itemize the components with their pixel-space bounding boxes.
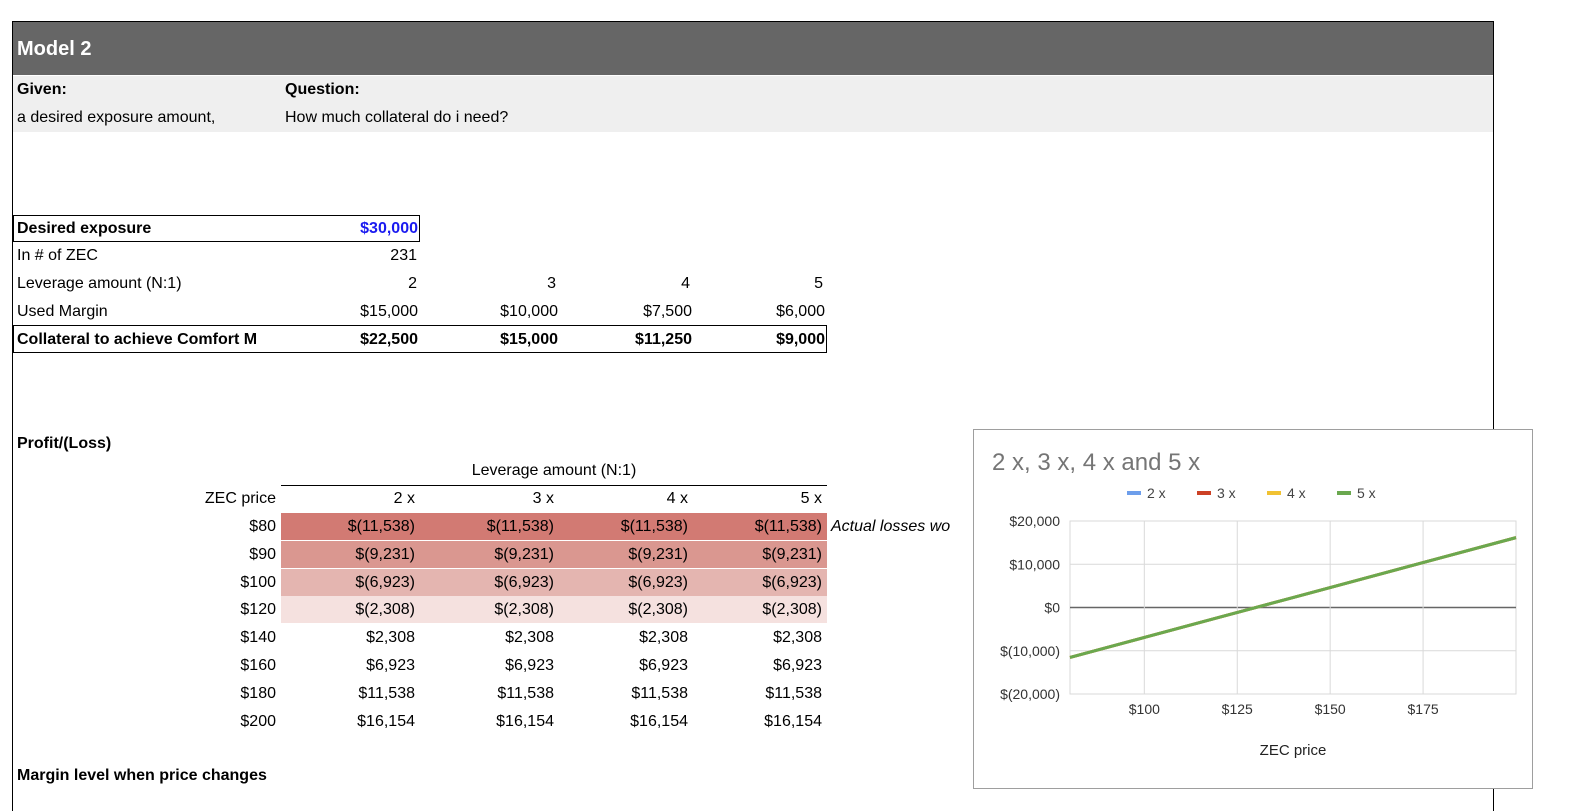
pl-price-cell[interactable]: $100 bbox=[150, 573, 276, 593]
question-label[interactable]: Question: bbox=[285, 80, 360, 100]
legend-label: 3 x bbox=[1217, 485, 1236, 501]
leverage-label[interactable]: Leverage amount (N:1) bbox=[17, 274, 182, 294]
collateral-value-5[interactable]: $9,000 bbox=[690, 330, 825, 350]
legend-swatch-2x bbox=[1127, 491, 1141, 495]
pl-value-cell[interactable]: $6,923 bbox=[556, 656, 688, 676]
legend-label: 2 x bbox=[1147, 485, 1166, 501]
pl-value-cell[interactable]: $(2,308) bbox=[420, 600, 554, 620]
pl-value-cell[interactable]: $(2,308) bbox=[556, 600, 688, 620]
pl-value-cell[interactable]: $11,538 bbox=[556, 684, 688, 704]
y-tick-label: $10,000 bbox=[1009, 556, 1060, 572]
y-tick-label: $0 bbox=[1044, 600, 1060, 616]
pl-price-cell[interactable]: $90 bbox=[150, 545, 276, 565]
zec-label[interactable]: In # of ZEC bbox=[17, 246, 98, 266]
x-tick-label: $175 bbox=[1408, 701, 1439, 717]
used-margin-value-5[interactable]: $6,000 bbox=[690, 302, 825, 322]
pl-value-cell[interactable]: $11,538 bbox=[281, 684, 415, 704]
desired-exposure-label[interactable]: Desired exposure bbox=[17, 219, 151, 239]
pl-value-cell[interactable]: $2,308 bbox=[690, 628, 822, 648]
given-label[interactable]: Given: bbox=[17, 80, 67, 100]
used-margin-label[interactable]: Used Margin bbox=[17, 302, 108, 322]
collateral-value-3[interactable]: $15,000 bbox=[420, 330, 558, 350]
x-tick-label: $125 bbox=[1222, 701, 1253, 717]
leverage-value-4[interactable]: 4 bbox=[556, 274, 690, 294]
pl-leverage-header[interactable]: Leverage amount (N:1) bbox=[281, 461, 827, 481]
pl-value-cell[interactable]: $(9,231) bbox=[556, 545, 688, 565]
pl-value-cell[interactable]: $(11,538) bbox=[556, 517, 688, 537]
pl-value-cell[interactable]: $(11,538) bbox=[690, 517, 822, 537]
zec-value[interactable]: 231 bbox=[281, 246, 417, 266]
given-text[interactable]: a desired exposure amount, bbox=[17, 108, 215, 128]
desired-exposure-input[interactable]: $30,000 bbox=[281, 219, 418, 239]
pl-note[interactable]: Actual losses wo bbox=[831, 517, 950, 537]
pl-value-cell[interactable]: $(6,923) bbox=[281, 573, 415, 593]
y-tick-label: $(20,000) bbox=[1000, 686, 1060, 702]
legend-label: 5 x bbox=[1357, 485, 1376, 501]
pl-value-cell[interactable]: $(2,308) bbox=[281, 600, 415, 620]
pl-price-cell[interactable]: $140 bbox=[150, 628, 276, 648]
pl-price-header[interactable]: ZEC price bbox=[150, 489, 276, 509]
legend-swatch-4x bbox=[1267, 491, 1281, 495]
pl-chart[interactable]: 2 x, 3 x, 4 x and 5 x 2 x 3 x 4 x 5 x $20,000… bbox=[973, 429, 1533, 789]
pl-value-cell[interactable]: $16,154 bbox=[690, 712, 822, 732]
y-tick-label: $(10,000) bbox=[1000, 643, 1060, 659]
margin-level-title[interactable]: Margin level when price changes bbox=[17, 766, 267, 786]
x-tick-label: $100 bbox=[1129, 701, 1160, 717]
pl-value-cell[interactable]: $(11,538) bbox=[281, 517, 415, 537]
pl-value-cell[interactable]: $2,308 bbox=[556, 628, 688, 648]
pl-price-cell[interactable]: $80 bbox=[150, 517, 276, 537]
x-tick-label: $150 bbox=[1315, 701, 1346, 717]
pl-value-cell[interactable]: $(9,231) bbox=[690, 545, 822, 565]
used-margin-value-2[interactable]: $15,000 bbox=[281, 302, 418, 322]
pl-value-cell[interactable]: $6,923 bbox=[420, 656, 554, 676]
title-bar bbox=[13, 22, 1493, 75]
pl-value-cell[interactable]: $6,923 bbox=[281, 656, 415, 676]
question-text[interactable]: How much collateral do i need? bbox=[285, 108, 508, 128]
legend-swatch-5x bbox=[1337, 491, 1351, 495]
leverage-value-2[interactable]: 2 bbox=[281, 274, 417, 294]
pl-value-cell[interactable]: $11,538 bbox=[420, 684, 554, 704]
pl-value-cell[interactable]: $16,154 bbox=[281, 712, 415, 732]
pl-col-2x[interactable]: 2 x bbox=[281, 489, 415, 509]
pl-value-cell[interactable]: $16,154 bbox=[420, 712, 554, 732]
pl-header-rule bbox=[281, 485, 827, 486]
collateral-value-2[interactable]: $22,500 bbox=[281, 330, 418, 350]
chart-title: 2 x, 3 x, 4 x and 5 x bbox=[992, 449, 1200, 476]
model-title: Model 2 bbox=[17, 38, 92, 60]
leverage-value-3[interactable]: 3 bbox=[420, 274, 556, 294]
pl-value-cell[interactable]: $2,308 bbox=[420, 628, 554, 648]
pl-price-cell[interactable]: $120 bbox=[150, 600, 276, 620]
pl-price-cell[interactable]: $160 bbox=[150, 656, 276, 676]
used-margin-value-4[interactable]: $7,500 bbox=[556, 302, 692, 322]
pl-value-cell[interactable]: $(6,923) bbox=[556, 573, 688, 593]
pl-price-cell[interactable]: $180 bbox=[150, 684, 276, 704]
series-line-5x bbox=[1069, 536, 1517, 659]
pl-value-cell[interactable]: $(6,923) bbox=[690, 573, 822, 593]
pl-col-4x[interactable]: 4 x bbox=[556, 489, 688, 509]
leverage-value-5[interactable]: 5 bbox=[690, 274, 823, 294]
pl-value-cell[interactable]: $(11,538) bbox=[420, 517, 554, 537]
given-band bbox=[13, 76, 1493, 132]
pl-value-cell[interactable]: $16,154 bbox=[556, 712, 688, 732]
pl-value-cell[interactable]: $(9,231) bbox=[420, 545, 554, 565]
legend-label: 4 x bbox=[1287, 485, 1306, 501]
chart-svg: 2 x, 3 x, 4 x and 5 x 2 x 3 x 4 x 5 x $20,000… bbox=[992, 449, 1517, 759]
y-tick-label: $20,000 bbox=[1009, 513, 1060, 529]
profit-loss-title[interactable]: Profit/(Loss) bbox=[17, 434, 111, 454]
collateral-value-4[interactable]: $11,250 bbox=[556, 330, 692, 350]
pl-price-cell[interactable]: $200 bbox=[150, 712, 276, 732]
pl-value-cell[interactable]: $(2,308) bbox=[690, 600, 822, 620]
pl-value-cell[interactable]: $(9,231) bbox=[281, 545, 415, 565]
pl-value-cell[interactable]: $2,308 bbox=[281, 628, 415, 648]
pl-col-5x[interactable]: 5 x bbox=[690, 489, 822, 509]
collateral-label[interactable]: Collateral to achieve Comfort M bbox=[17, 330, 257, 350]
pl-value-cell[interactable]: $6,923 bbox=[690, 656, 822, 676]
pl-col-3x[interactable]: 3 x bbox=[420, 489, 554, 509]
pl-value-cell[interactable]: $11,538 bbox=[690, 684, 822, 704]
used-margin-value-3[interactable]: $10,000 bbox=[420, 302, 558, 322]
legend-swatch-3x bbox=[1197, 491, 1211, 495]
x-axis-label: ZEC price bbox=[1260, 742, 1327, 759]
pl-value-cell[interactable]: $(6,923) bbox=[420, 573, 554, 593]
